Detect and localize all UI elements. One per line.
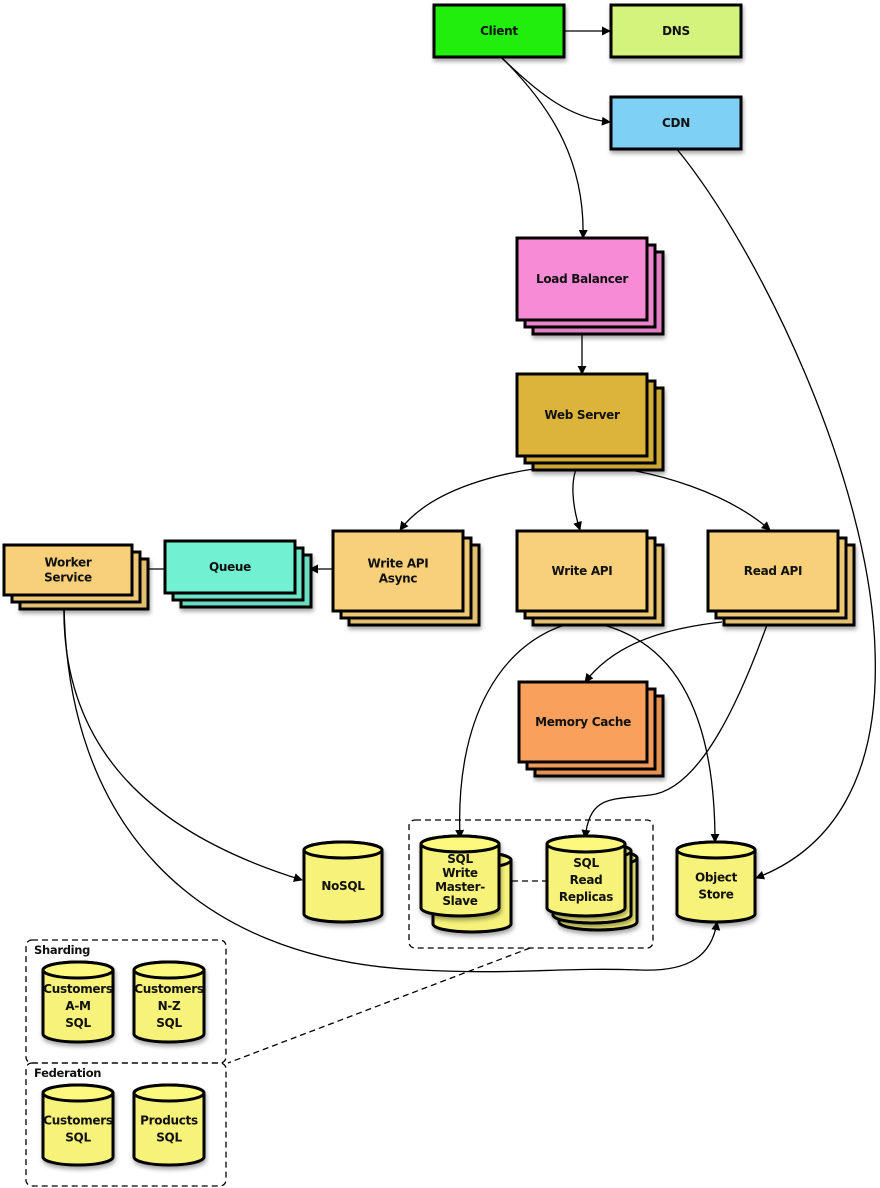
customers-am-label-line: Customers	[43, 982, 113, 996]
sql-write-label-line: SQL	[447, 852, 473, 866]
node-read-api[interactable]: Read API	[706, 529, 856, 627]
node-products-sql[interactable]: Products SQL	[132, 1083, 206, 1167]
node-object-store[interactable]: Object Store	[675, 840, 757, 924]
write-api-async-label-line: Write API	[368, 557, 429, 571]
nodes-layer: Client DNS CDN Load Balancer Web Server Write…	[2, 3, 856, 1167]
node-customers-sql[interactable]: Customers SQL	[41, 1083, 115, 1167]
customers-nz-label-line: SQL	[156, 1016, 182, 1030]
sql-read-label-line: Read	[570, 873, 603, 887]
edge-client-load-balancer	[501, 57, 588, 239]
memory-cache-label-line: Memory Cache	[535, 715, 631, 729]
node-memory-cache[interactable]: Memory Cache	[517, 680, 665, 778]
edge-worker-service-nosql	[63, 599, 303, 882]
customers-sql-label-line: SQL	[65, 1131, 91, 1145]
customers-am-label-line: SQL	[65, 1016, 91, 1030]
queue-label-line: Queue	[209, 560, 251, 574]
node-customers-nz[interactable]: Customers N-Z SQL	[132, 960, 206, 1044]
customers-nz-label-line: N-Z	[158, 999, 181, 1013]
products-sql-label-line: SQL	[156, 1131, 182, 1145]
sql-write-label-line: Master-	[435, 880, 485, 894]
edge-web-server-read-api	[589, 464, 771, 531]
load-balancer-label-line: Load Balancer	[536, 272, 628, 286]
sql-write-label-line: Write	[442, 866, 478, 880]
sql-read-label-line: Replicas	[559, 890, 613, 904]
system-design-diagram: Sharding Federation Client DNS CDN Load Bal…	[2, 3, 876, 1187]
web-server-label-line: Web Server	[544, 408, 620, 422]
read-api-label-line: Read API	[744, 564, 802, 578]
worker-service-label-line: Service	[44, 571, 92, 585]
edge-web-server-write-api-async	[399, 464, 571, 531]
edge-read-api-memory-cache	[584, 621, 723, 683]
node-customers-am[interactable]: Customers A-M SQL	[41, 960, 115, 1044]
node-write-api[interactable]: Write API	[515, 529, 665, 627]
node-dns[interactable]: DNS	[609, 3, 743, 59]
node-nosql[interactable]: NoSQL	[302, 840, 384, 924]
object-store-label-line: Store	[698, 888, 733, 902]
node-worker-service[interactable]: WorkerService	[2, 543, 150, 611]
write-api-async-label-line: Async	[379, 572, 418, 586]
cdn-label-line: CDN	[662, 116, 690, 130]
node-sql-write[interactable]: SQLWriteMaster-Slave	[419, 834, 513, 934]
nosql-label-line: NoSQL	[321, 879, 365, 893]
dns-label-line: DNS	[662, 24, 690, 38]
sql-read-label-line: SQL	[573, 856, 599, 870]
node-load-balancer[interactable]: Load Balancer	[515, 236, 665, 336]
node-cdn[interactable]: CDN	[609, 95, 743, 151]
node-write-api-async[interactable]: Write APIAsync	[331, 529, 481, 627]
group-federation-label: Federation	[34, 1066, 101, 1080]
edge-web-server-write-api	[572, 464, 582, 531]
write-api-label-line: Write API	[552, 564, 613, 578]
node-sql-read[interactable]: SQL Read Replicas	[545, 834, 639, 932]
sql-write-label-line: Slave	[442, 894, 477, 908]
edge-client-cdn	[501, 57, 611, 126]
customers-sql-label-line: Customers	[43, 1114, 113, 1128]
node-web-server[interactable]: Web Server	[515, 372, 665, 472]
node-client[interactable]: Client	[432, 3, 566, 59]
edge-cdn-object-store	[675, 147, 876, 880]
object-store-label-line: Object	[695, 871, 738, 885]
worker-service-label-line: Worker	[45, 556, 92, 570]
products-sql-label-line: Products	[140, 1114, 198, 1128]
group-sharding-label: Sharding	[34, 943, 90, 957]
customers-am-label-line: A-M	[65, 999, 90, 1013]
client-label-line: Client	[480, 24, 518, 38]
customers-nz-label-line: Customers	[134, 982, 204, 996]
edge-sql-cluster-federation	[227, 947, 531, 1064]
node-queue[interactable]: Queue	[163, 539, 313, 609]
